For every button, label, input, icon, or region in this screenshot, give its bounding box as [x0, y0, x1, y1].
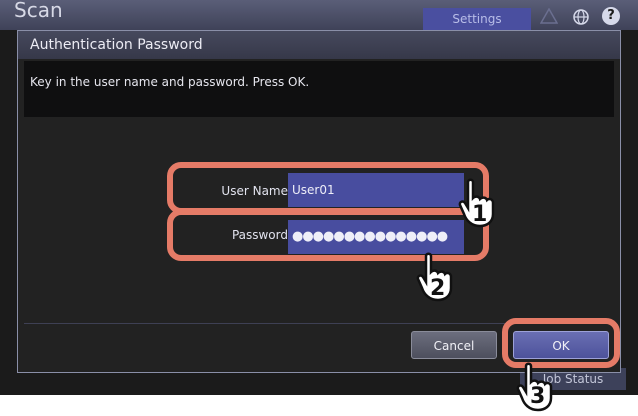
ok-highlight — [502, 318, 620, 368]
background-header: Scan Settings ? — [0, 0, 638, 30]
cancel-button[interactable]: Cancel — [411, 331, 497, 359]
screen-title: Scan — [14, 0, 63, 22]
warning-icon[interactable] — [539, 7, 559, 28]
help-icon[interactable]: ? — [602, 7, 620, 25]
dialog-title: Authentication Password — [18, 31, 620, 59]
username-highlight — [167, 162, 489, 214]
step-1-label: 1 — [472, 202, 488, 227]
settings-tab[interactable]: Settings — [423, 8, 531, 30]
hand-pointer-icon: 1 — [456, 178, 502, 228]
globe-icon[interactable] — [572, 8, 590, 30]
step-3-label: 3 — [530, 384, 546, 409]
dialog-message: Key in the user name and password. Press… — [24, 61, 614, 117]
hand-pointer-icon: 2 — [414, 252, 460, 302]
step-2-label: 2 — [430, 276, 446, 301]
hand-pointer-icon: 3 — [514, 362, 560, 412]
